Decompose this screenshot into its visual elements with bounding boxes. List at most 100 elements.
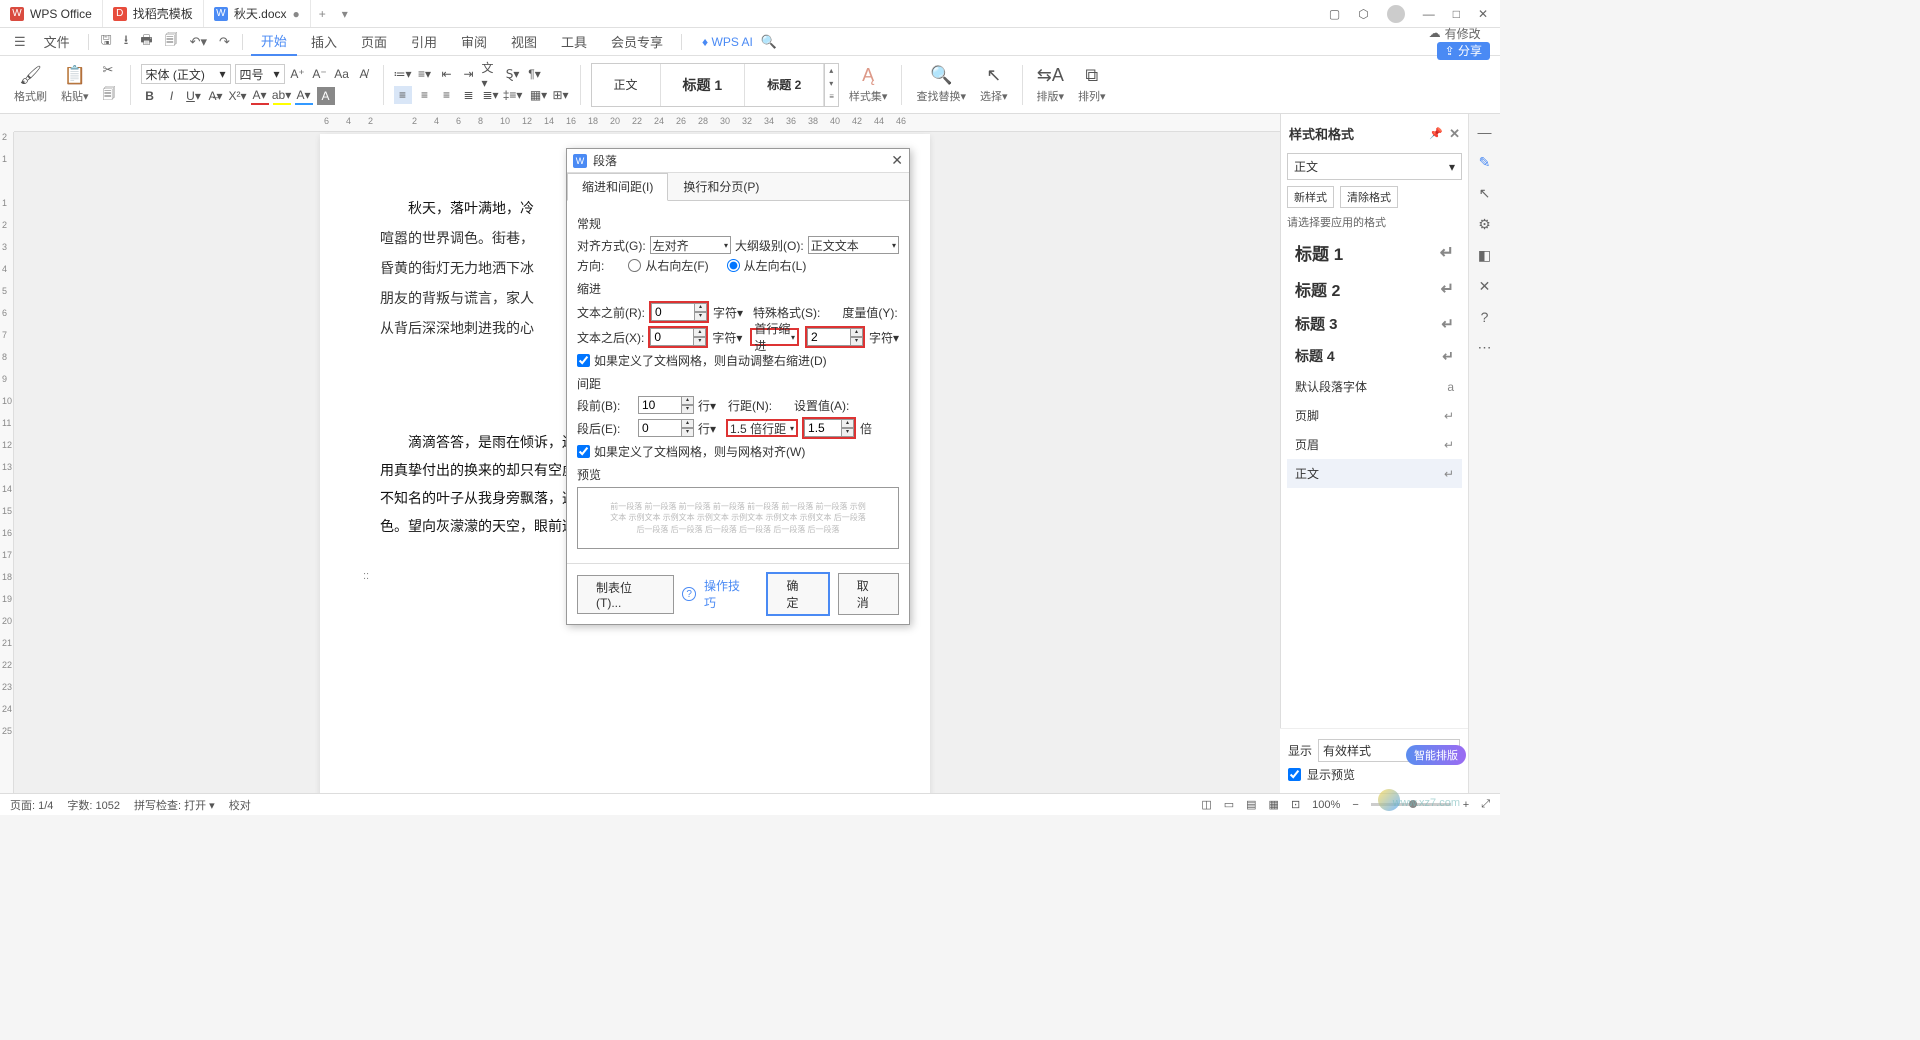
- menu-review[interactable]: 审阅: [451, 28, 497, 55]
- align-justify-icon[interactable]: ≣: [460, 86, 478, 104]
- char-shading-icon[interactable]: A: [317, 87, 335, 105]
- style-heading-3[interactable]: 标题 3↵: [1287, 307, 1462, 340]
- space-before-spinner[interactable]: ▴▾: [638, 396, 694, 414]
- outline-select[interactable]: 正文文本▾: [808, 236, 899, 254]
- vertical-ruler[interactable]: 2112345678910111213141516171819202122232…: [0, 132, 14, 793]
- show-marks-icon[interactable]: ¶▾: [526, 65, 544, 83]
- dir-rtl-radio[interactable]: [628, 259, 641, 272]
- avatar[interactable]: [1387, 5, 1405, 23]
- undo-icon[interactable]: ↶▾: [186, 32, 211, 52]
- view-web-icon[interactable]: ▤: [1246, 798, 1256, 811]
- font-color-icon[interactable]: A▾: [251, 87, 269, 105]
- view-outline-icon[interactable]: ◫: [1201, 798, 1211, 811]
- menu-page[interactable]: 页面: [351, 28, 397, 55]
- style-set-group[interactable]: Ą 样式集▾: [845, 65, 892, 104]
- layers-icon[interactable]: ◧: [1478, 247, 1491, 264]
- more-icon[interactable]: ⋯: [1478, 339, 1492, 356]
- view-focus-icon[interactable]: ⊡: [1291, 798, 1300, 811]
- tab-templates[interactable]: D 找稻壳模板: [103, 0, 204, 27]
- superscript-icon[interactable]: X²▾: [229, 87, 247, 105]
- collapse-icon[interactable]: —: [1478, 124, 1492, 140]
- sort-icon[interactable]: Ȿ▾: [504, 65, 522, 83]
- ok-button[interactable]: 确定: [766, 572, 829, 616]
- space-after-spinner[interactable]: ▴▾: [638, 419, 694, 437]
- bold-icon[interactable]: B: [141, 87, 159, 105]
- cube-icon[interactable]: ⬡: [1358, 7, 1368, 21]
- clear-format-icon[interactable]: A̸: [355, 65, 373, 83]
- clear-format-button[interactable]: 清除格式: [1340, 186, 1398, 208]
- borders-icon[interactable]: ⊞▾: [552, 86, 570, 104]
- align-center-icon[interactable]: ≡: [416, 86, 434, 104]
- bullets-icon[interactable]: ≔▾: [394, 65, 412, 83]
- help-icon[interactable]: ?: [1481, 309, 1489, 325]
- tabstops-button[interactable]: 制表位(T)...: [577, 575, 674, 614]
- help-icon[interactable]: ?: [682, 587, 696, 601]
- print-preview-icon[interactable]: 🗐: [161, 29, 182, 55]
- pin-icon[interactable]: 📌: [1429, 127, 1443, 140]
- edit-pencil-icon[interactable]: ✎: [1479, 154, 1491, 171]
- share-button[interactable]: ⇪ 分享: [1437, 42, 1490, 60]
- copy-icon[interactable]: 🗐: [99, 83, 120, 109]
- shading-icon[interactable]: ▦▾: [530, 86, 548, 104]
- line-spacing-icon[interactable]: ‡≡▾: [504, 86, 522, 104]
- special-format-select[interactable]: 首行缩进▾: [750, 328, 799, 346]
- minimize-icon[interactable]: —: [1423, 7, 1435, 21]
- cursor-icon[interactable]: ↖: [1479, 185, 1491, 202]
- style-body[interactable]: 正文: [592, 64, 661, 106]
- style-h1[interactable]: 标题 1: [661, 64, 746, 106]
- export-icon[interactable]: ⭳: [120, 29, 133, 55]
- numbering-icon[interactable]: ≡▾: [416, 65, 434, 83]
- settings-icon[interactable]: ⚙: [1478, 216, 1491, 233]
- set-value-spinner[interactable]: ▴▾: [804, 419, 854, 437]
- menu-ref[interactable]: 引用: [401, 28, 447, 55]
- redo-icon[interactable]: ↷: [215, 32, 234, 52]
- paste-group[interactable]: 📋 粘贴▾: [57, 65, 93, 104]
- line-spacing-select[interactable]: 1.5 倍行距▾: [726, 419, 798, 437]
- menu-tools[interactable]: 工具: [551, 28, 597, 55]
- add-tab-button[interactable]: +: [311, 7, 334, 21]
- tab-document[interactable]: W 秋天.docx ●: [204, 0, 311, 27]
- menu-insert[interactable]: 插入: [301, 28, 347, 55]
- increase-font-icon[interactable]: A⁺: [289, 65, 307, 83]
- new-style-button[interactable]: 新样式: [1287, 186, 1334, 208]
- style-h2[interactable]: 标题 2: [745, 64, 824, 106]
- format-painter-group[interactable]: 🖌 格式刷: [10, 65, 51, 104]
- tips-link[interactable]: 操作技巧: [704, 577, 750, 611]
- spell-check-status[interactable]: 拼写检查: 打开 ▾: [134, 797, 215, 813]
- window-fit-icon[interactable]: ▢: [1329, 7, 1340, 21]
- view-print-icon[interactable]: ▦: [1269, 798, 1279, 811]
- menu-file[interactable]: 文件: [34, 28, 80, 55]
- proofread-status[interactable]: 校对: [229, 797, 251, 813]
- show-preview-checkbox[interactable]: [1288, 768, 1301, 781]
- gallery-arrows[interactable]: ▴▾≡: [824, 64, 838, 106]
- align-left-icon[interactable]: ≡: [394, 86, 412, 104]
- panel-close-icon[interactable]: ✕: [1449, 126, 1460, 142]
- current-style-select[interactable]: 正文▾: [1287, 153, 1462, 180]
- auto-indent-checkbox[interactable]: [577, 354, 590, 367]
- align-select[interactable]: 左对齐▾: [650, 236, 731, 254]
- tools-icon[interactable]: ✕: [1479, 278, 1491, 295]
- zoom-out-icon[interactable]: −: [1352, 799, 1358, 811]
- menu-start[interactable]: 开始: [251, 27, 297, 56]
- text-before-spinner[interactable]: ▴▾: [651, 303, 707, 321]
- menu-member[interactable]: 会员专享: [601, 28, 673, 55]
- dialog-close-icon[interactable]: ✕: [891, 152, 903, 169]
- word-count[interactable]: 字数: 1052: [67, 797, 120, 813]
- style-heading-2[interactable]: 标题 2↵: [1287, 271, 1462, 307]
- modified-badge[interactable]: ☁ 有修改: [1429, 25, 1490, 42]
- fit-icon[interactable]: ⤢: [1481, 798, 1490, 811]
- dialog-titlebar[interactable]: W 段落 ✕: [567, 149, 909, 173]
- page-indicator[interactable]: 页面: 1/4: [10, 797, 53, 813]
- hamburger-icon[interactable]: ☰: [10, 32, 30, 52]
- arrange-group[interactable]: ⧉ 排列▾: [1074, 65, 1110, 104]
- zoom-value[interactable]: 100%: [1312, 799, 1340, 811]
- menu-view[interactable]: 视图: [501, 28, 547, 55]
- select-group[interactable]: ↖ 选择▾: [976, 65, 1012, 104]
- text-effect-icon[interactable]: A▾: [295, 87, 313, 105]
- tab-indent-spacing[interactable]: 缩进和间距(I): [567, 173, 668, 201]
- close-icon[interactable]: ✕: [1478, 7, 1488, 21]
- align-right-icon[interactable]: ≡: [438, 86, 456, 104]
- font-size-select[interactable]: 四号▾: [235, 64, 285, 84]
- style-footer[interactable]: 页脚↵: [1287, 401, 1462, 430]
- decrease-font-icon[interactable]: A⁻: [311, 65, 329, 83]
